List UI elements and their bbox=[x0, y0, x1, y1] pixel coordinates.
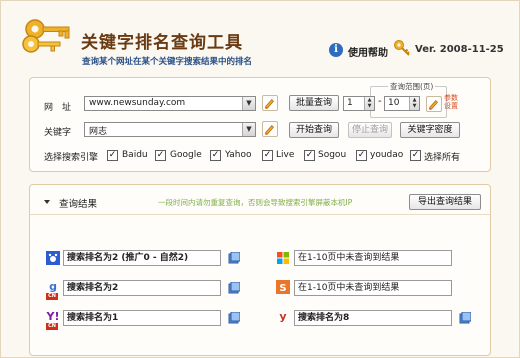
stepper-arrows-icon[interactable]: ▲ ▼ bbox=[409, 97, 419, 110]
svg-text:S: S bbox=[279, 283, 286, 294]
results-tip: 一段时间内请勿重复查询，否则会导致搜索引擎屏蔽本机IP bbox=[158, 198, 353, 207]
results-panel: 查询结果 一段时间内请勿重复查询，否则会导致搜索引擎屏蔽本机IP 导出查询结果 … bbox=[29, 184, 491, 356]
youdao-result: 搜索排名为8 bbox=[294, 310, 452, 326]
start-query-button[interactable]: 开始查询 bbox=[289, 122, 339, 138]
sogou-result: 在1-10页中未查询到结果 bbox=[294, 280, 452, 296]
keys-logo-icon bbox=[22, 19, 70, 53]
live-checkbox[interactable]: ✓ bbox=[262, 150, 273, 161]
edit-keyword-icon[interactable] bbox=[262, 121, 278, 137]
youdao-icon: y bbox=[279, 310, 287, 323]
url-combobox[interactable]: www.newsunday.com ▼ bbox=[84, 96, 256, 111]
results-header: 查询结果 一段时间内请勿重复查询，否则会导致搜索引擎屏蔽本机IP 导出查询结果 bbox=[30, 185, 490, 215]
help-icon[interactable]: i bbox=[329, 43, 343, 57]
detail-icon[interactable] bbox=[228, 252, 240, 264]
google-checkbox[interactable]: ✓ bbox=[155, 150, 166, 161]
batch-query-button[interactable]: 批量查询 bbox=[289, 95, 339, 111]
keyword-value: 网志 bbox=[89, 127, 108, 137]
app-title: 关键字排名查询工具 bbox=[81, 33, 243, 53]
app-subtitle: 查询某个网址在某个关键字搜索结果中的排名 bbox=[82, 57, 253, 67]
keyword-combobox[interactable]: 网志 ▼ bbox=[84, 122, 256, 137]
sogou-icon: S bbox=[276, 280, 290, 300]
range-from-stepper[interactable]: 1 ▲ ▼ bbox=[343, 96, 375, 111]
range-to-stepper[interactable]: 10 ▲ ▼ bbox=[384, 96, 420, 111]
yahoo-result: 搜索排名为1 bbox=[63, 310, 221, 326]
live-label: Live bbox=[276, 150, 295, 160]
export-results-button[interactable]: 导出查询结果 bbox=[409, 194, 481, 210]
live-result: 在1-10页中未查询到结果 bbox=[294, 250, 452, 266]
detail-icon[interactable] bbox=[228, 282, 240, 294]
url-label: 网 址 bbox=[44, 103, 72, 113]
collapse-triangle-icon[interactable] bbox=[44, 200, 50, 204]
settings-pen-icon[interactable] bbox=[426, 96, 442, 112]
sogou-checkbox[interactable]: ✓ bbox=[304, 150, 315, 161]
key-icon bbox=[394, 40, 410, 56]
keyword-label: 关键字 bbox=[44, 128, 72, 138]
yahoo-checkbox[interactable]: ✓ bbox=[210, 150, 221, 161]
select-all-checkbox[interactable]: ✓ bbox=[410, 150, 421, 161]
chevron-down-icon[interactable]: ▼ bbox=[242, 123, 255, 136]
baidu-checkbox[interactable]: ✓ bbox=[107, 150, 118, 161]
range-to-value: 10 bbox=[388, 98, 400, 108]
param-settings-link[interactable]: 参数设置 bbox=[444, 94, 458, 110]
yahoo-label: Yahoo bbox=[225, 150, 252, 160]
baidu-label: Baidu bbox=[122, 150, 148, 160]
engines-label: 选择搜索引擎 bbox=[44, 153, 99, 163]
version-label: Ver. 2008-11-25 bbox=[415, 44, 504, 55]
chevron-down-icon[interactable]: ▼ bbox=[242, 97, 255, 110]
youdao-checkbox[interactable]: ✓ bbox=[356, 150, 367, 161]
help-link[interactable]: 使用帮助 bbox=[348, 44, 388, 59]
youdao-label: youdao bbox=[370, 150, 404, 160]
range-dash: - bbox=[378, 96, 382, 107]
app-window: 关键字排名查询工具 查询某个网址在某个关键字搜索结果中的排名 i 使用帮助 Ve… bbox=[0, 0, 520, 358]
keyword-density-button[interactable]: 关键字密度 bbox=[400, 122, 460, 138]
results-title: 查询结果 bbox=[59, 199, 98, 210]
sogou-label: Sogou bbox=[318, 150, 347, 160]
baidu-icon bbox=[46, 251, 60, 271]
google-label: Google bbox=[170, 150, 202, 160]
select-all-label: 选择所有 bbox=[424, 153, 461, 163]
range-title: 查询范围(页) bbox=[388, 81, 436, 92]
query-form-panel: 网 址 www.newsunday.com ▼ 批量查询 查询范围(页) 1 ▲… bbox=[29, 77, 491, 172]
edit-url-icon[interactable] bbox=[262, 95, 278, 111]
yahoo-cn-icon: Y! CN bbox=[46, 310, 60, 330]
baidu-result: 搜索排名为2 (推广0 - 自然2) bbox=[63, 250, 221, 266]
stop-query-button[interactable]: 停止查询 bbox=[348, 122, 392, 138]
stepper-arrows-icon[interactable]: ▲ ▼ bbox=[364, 97, 374, 110]
google-result: 搜索排名为2 bbox=[63, 280, 221, 296]
detail-icon[interactable] bbox=[228, 312, 240, 324]
detail-icon[interactable] bbox=[459, 312, 471, 324]
google-cn-icon: g CN bbox=[46, 280, 60, 300]
range-from-value: 1 bbox=[347, 98, 353, 108]
url-value: www.newsunday.com bbox=[89, 98, 186, 108]
live-icon bbox=[276, 251, 290, 271]
